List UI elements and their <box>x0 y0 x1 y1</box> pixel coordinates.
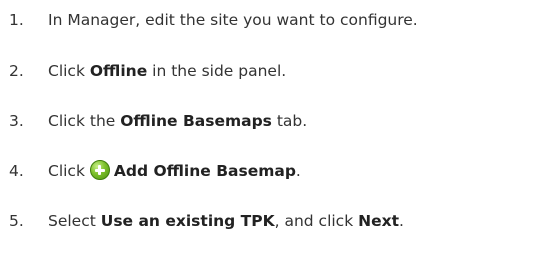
ui-term-offline-basemaps: Offline Basemaps <box>120 112 272 130</box>
step-3: 3. Click the Offline Basemaps tab. <box>9 108 307 134</box>
step-text: In Manager, edit the site you want to co… <box>48 11 418 29</box>
step-text-plain: , and click <box>274 212 359 230</box>
step-number: 4. <box>9 162 24 180</box>
step-text-plain: . <box>295 162 301 180</box>
step-text: Click Offline in the side panel. <box>48 62 286 80</box>
add-circle-icon <box>89 160 110 180</box>
step-1: 1. In Manager, edit the site you want to … <box>9 7 418 33</box>
step-4: 4. Click Add Offline Basemap. <box>9 158 301 184</box>
step-number: 2. <box>9 62 24 80</box>
step-number: 3. <box>9 112 24 130</box>
step-text: Click the Offline Basemaps tab. <box>48 112 307 130</box>
step-text-plain: Click the <box>48 112 121 130</box>
step-2: 2. Click Offline in the side panel. <box>9 58 286 84</box>
step-text-plain: tab. <box>271 112 308 130</box>
step-number: 5. <box>9 212 24 230</box>
step-text-plain: in the side panel. <box>147 62 287 80</box>
ui-term-offline: Offline <box>89 62 148 80</box>
step-5: 5. Select Use an existing TPK, and click … <box>9 208 404 234</box>
step-text-plain: . <box>399 212 404 230</box>
ui-term-add-offline-basemap: Add Offline Basemap <box>113 162 296 180</box>
ui-term-use-existing-tpk: Use an existing TPK <box>100 212 275 230</box>
step-text-plain: Click <box>48 62 90 80</box>
step-number: 1. <box>9 11 24 29</box>
ui-term-next: Next <box>358 212 400 230</box>
step-text-plain: Click <box>48 162 90 180</box>
step-text: Click Add Offline Basemap. <box>48 160 301 180</box>
step-text-plain: Select <box>48 212 101 230</box>
step-text: Select Use an existing TPK, and click Ne… <box>48 212 404 230</box>
